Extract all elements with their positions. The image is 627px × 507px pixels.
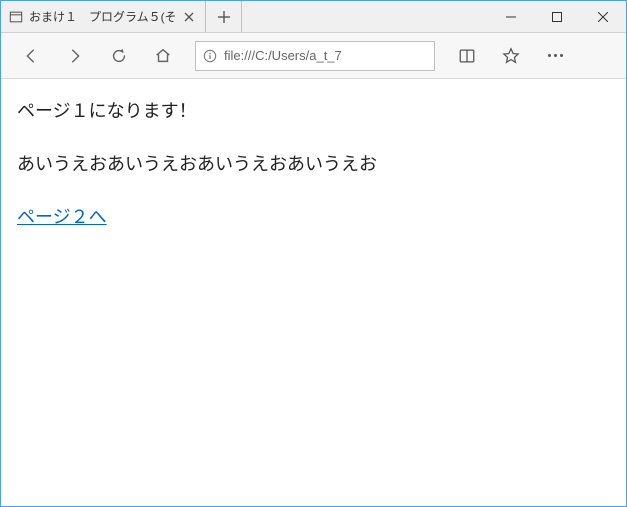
- maximize-button[interactable]: [534, 1, 580, 32]
- page-icon: [9, 10, 23, 24]
- titlebar: おまけ１ プログラム５(そ(: [1, 1, 626, 33]
- home-button[interactable]: [143, 38, 183, 74]
- page-heading: ページ１になります！: [17, 97, 610, 126]
- page-content: ページ１になります！ あいうえおあいうえおあいうえおあいうえお ページ２へ: [1, 79, 626, 506]
- new-tab-button[interactable]: [206, 1, 242, 32]
- page-link[interactable]: ページ２へ: [17, 207, 107, 227]
- back-button[interactable]: [11, 38, 51, 74]
- info-icon[interactable]: [202, 48, 218, 64]
- minimize-button[interactable]: [488, 1, 534, 32]
- window-controls: [488, 1, 626, 32]
- forward-button[interactable]: [55, 38, 95, 74]
- refresh-button[interactable]: [99, 38, 139, 74]
- reading-mode-button[interactable]: [447, 38, 487, 74]
- close-window-button[interactable]: [580, 1, 626, 32]
- page-paragraph: あいうえおあいうえおあいうえおあいうえお: [17, 150, 610, 179]
- close-tab-icon[interactable]: [181, 9, 197, 25]
- more-icon: [548, 54, 563, 57]
- more-button[interactable]: [535, 38, 575, 74]
- toolbar: file:///C:/Users/a_t_7: [1, 33, 626, 79]
- favorites-button[interactable]: [491, 38, 531, 74]
- url-text: file:///C:/Users/a_t_7: [224, 48, 428, 63]
- tab-title: おまけ１ プログラム５(そ(: [29, 8, 175, 25]
- browser-tab[interactable]: おまけ１ プログラム５(そ(: [1, 1, 206, 32]
- address-bar[interactable]: file:///C:/Users/a_t_7: [195, 41, 435, 71]
- titlebar-drag-area[interactable]: [242, 1, 488, 32]
